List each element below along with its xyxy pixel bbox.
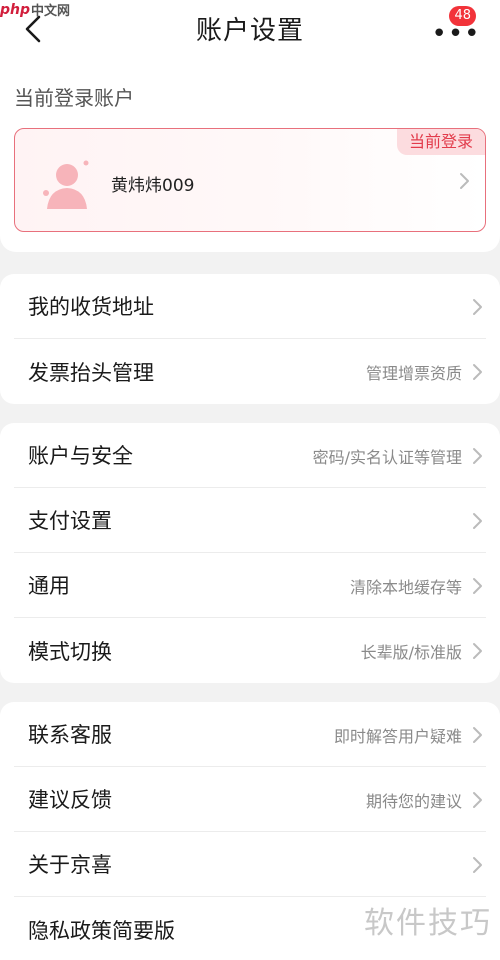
row-label: 关于京喜: [28, 853, 112, 877]
current-account-section: 当前登录账户 黄炜炜009 当前登录: [0, 62, 500, 252]
header-bar: 账户设置 ••• 48: [0, 0, 500, 62]
row-mode-switch[interactable]: 模式切换 长辈版/标准版: [14, 618, 486, 683]
chevron-right-icon: [473, 363, 482, 380]
more-button[interactable]: ••• 48: [432, 6, 480, 47]
row-label: 通用: [28, 574, 70, 598]
notification-badge: 48: [449, 6, 476, 26]
row-subtitle: 长辈版/标准版: [360, 642, 462, 662]
watermark-logo-suffix: 中文网: [31, 4, 71, 19]
page-title: 账户设置: [195, 16, 304, 46]
account-card[interactable]: 黄炜炜009 当前登录: [14, 128, 486, 232]
row-subtitle: 清除本地缓存等: [349, 577, 462, 597]
chevron-right-icon: [473, 856, 482, 873]
settings-group-1: 我的收货地址 发票抬头管理 管理增票资质: [0, 274, 500, 404]
row-label: 支付设置: [28, 509, 112, 533]
chevron-right-icon: [460, 173, 469, 189]
watermark-logo: php 中文网: [0, 0, 71, 20]
current-login-tag: 当前登录: [396, 129, 485, 155]
chevron-right-icon: [473, 447, 482, 464]
row-label: 模式切换: [28, 639, 112, 664]
row-label: 发票抬头管理: [28, 360, 154, 385]
avatar-icon: [43, 160, 89, 209]
account-name: 黄炜炜009: [111, 176, 195, 196]
row-label: 隐私政策简要版: [28, 918, 175, 943]
row-feedback[interactable]: 建议反馈 期待您的建议: [14, 767, 486, 832]
row-subtitle: 期待您的建议: [365, 791, 462, 811]
chevron-right-icon: [473, 512, 482, 529]
row-invoice-title[interactable]: 发票抬头管理 管理增票资质: [14, 339, 486, 404]
settings-group-2: 账户与安全 密码/实名认证等管理 支付设置 通用 清除本地缓存等 模式切换 长辈…: [0, 423, 500, 683]
chevron-right-icon: [473, 298, 482, 315]
row-label: 建议反馈: [28, 788, 112, 812]
row-payment-settings[interactable]: 支付设置: [14, 488, 486, 553]
row-label: 我的收货地址: [28, 295, 154, 319]
row-label: 账户与安全: [28, 444, 133, 468]
row-account-security[interactable]: 账户与安全 密码/实名认证等管理: [14, 423, 486, 488]
row-subtitle: 密码/实名认证等管理: [312, 447, 462, 467]
watermark-logo-text: php: [0, 1, 31, 18]
row-shipping-address[interactable]: 我的收货地址: [14, 274, 486, 339]
chevron-right-icon: [473, 726, 482, 743]
section-title: 当前登录账户: [14, 86, 134, 110]
row-customer-service[interactable]: 联系客服 即时解答用户疑难: [14, 702, 486, 767]
row-label: 联系客服: [28, 723, 112, 747]
row-general[interactable]: 通用 清除本地缓存等: [14, 553, 486, 618]
row-about[interactable]: 关于京喜: [14, 832, 486, 897]
row-subtitle: 管理增票资质: [365, 363, 462, 383]
chevron-right-icon: [473, 642, 482, 659]
chevron-right-icon: [473, 791, 482, 808]
watermark-text: 软件技巧: [364, 906, 492, 941]
chevron-right-icon: [473, 577, 482, 594]
row-subtitle: 即时解答用户疑难: [333, 726, 462, 746]
